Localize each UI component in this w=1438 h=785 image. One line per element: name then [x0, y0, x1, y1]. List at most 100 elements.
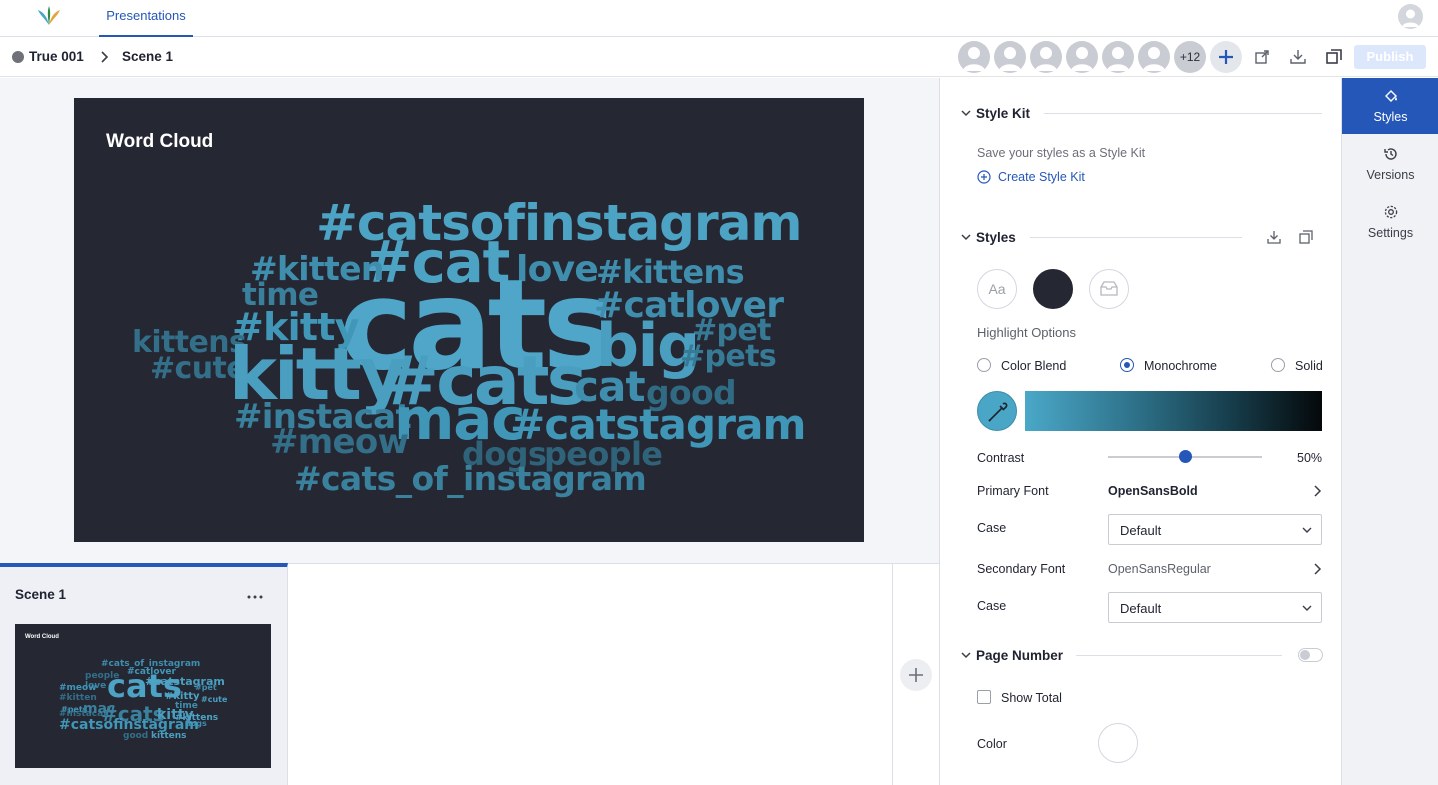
contrast-slider-handle[interactable]	[1179, 450, 1192, 463]
radio-label-color-blend: Color Blend	[1001, 359, 1067, 373]
word-cloud-word: #kittens	[596, 253, 745, 291]
rail-item-settings[interactable]: Settings	[1342, 194, 1438, 250]
collaborator-avatar[interactable]	[1138, 41, 1170, 73]
contrast-label: Contrast	[977, 451, 1025, 465]
rail-label: Styles	[1373, 110, 1408, 124]
chevron-down-icon[interactable]	[960, 232, 972, 242]
case-select[interactable]: Default	[1108, 514, 1322, 545]
gear-icon	[1384, 205, 1398, 219]
plus-icon	[909, 668, 923, 682]
eyedropper-button[interactable]	[977, 391, 1017, 431]
page-number-toggle[interactable]	[1298, 648, 1323, 662]
rail-label: Versions	[1366, 168, 1415, 182]
radio-monochrome[interactable]	[1120, 358, 1134, 372]
background-style-button[interactable]	[1033, 269, 1073, 309]
plus-circle-icon[interactable]	[977, 170, 991, 184]
thumbnail-word: kittens	[151, 731, 187, 741]
collaborator-avatar[interactable]	[1066, 41, 1098, 73]
chevron-right-icon[interactable]	[1312, 562, 1322, 576]
download-icon[interactable]	[1266, 229, 1282, 245]
section-heading-styles[interactable]: Styles	[976, 230, 1016, 245]
case-select-secondary[interactable]: Default	[1108, 592, 1322, 623]
word-cloud-word: #pets	[680, 339, 777, 374]
right-rail: Styles Versions Settings	[1341, 78, 1438, 785]
plus-icon	[1219, 50, 1233, 64]
primary-font-label: Primary Font	[977, 484, 1049, 498]
color-label: Color	[977, 737, 1007, 751]
thumbnail-title: Word Cloud	[25, 634, 59, 640]
eyedropper-icon	[988, 402, 1008, 422]
case-select-value: Default	[1120, 601, 1162, 616]
rail-item-versions[interactable]: Versions	[1342, 136, 1438, 192]
text-style-label: Aa	[988, 281, 1006, 297]
paint-bucket-icon	[1385, 90, 1397, 102]
create-style-kit-link[interactable]: Create Style Kit	[998, 170, 1085, 184]
app-logo-icon[interactable]	[36, 5, 62, 27]
thumbnail-word: mac	[83, 701, 116, 717]
divider	[892, 563, 893, 785]
highlight-style-button[interactable]	[1089, 269, 1129, 309]
divider	[1044, 113, 1322, 114]
collaborator-avatar[interactable]	[994, 41, 1026, 73]
download-icon[interactable]	[1289, 48, 1307, 66]
radio-label-monochrome: Monochrome	[1144, 359, 1217, 373]
thumbnail-word: #catsofinstagram	[59, 717, 199, 733]
rail-label: Settings	[1367, 226, 1414, 240]
thumbnail-word: #cute	[201, 695, 228, 704]
collaborator-avatar[interactable]	[1102, 41, 1134, 73]
more-collaborators-badge[interactable]: +12	[1174, 41, 1206, 73]
slide-canvas[interactable]: Word Cloud #catsofinstagram #cat #kitten lo…	[74, 98, 864, 542]
thumbnail-word: good	[123, 731, 149, 741]
collaborator-avatar[interactable]	[1030, 41, 1062, 73]
section-heading-page-number[interactable]: Page Number	[976, 648, 1063, 663]
secondary-font-label: Secondary Font	[977, 562, 1066, 576]
add-scene-button[interactable]	[900, 659, 932, 691]
scene-thumbnail[interactable]: Word Cloud #cats_of_instagram #catlover pe…	[15, 624, 271, 768]
section-heading-style-kit[interactable]: Style Kit	[976, 106, 1030, 121]
more-options-icon[interactable]	[244, 591, 266, 603]
word-cloud-word: #cats_of_instagram	[294, 459, 647, 498]
breadcrumb-scene[interactable]: Scene 1	[122, 49, 173, 64]
duplicate-icon[interactable]	[1325, 48, 1343, 66]
show-total-label: Show Total	[1001, 691, 1062, 705]
rail-item-styles[interactable]: Styles	[1342, 78, 1438, 134]
user-avatar[interactable]	[1398, 4, 1423, 29]
duplicate-icon[interactable]	[1298, 229, 1314, 245]
chevron-down-icon[interactable]	[960, 108, 972, 118]
case-label: Case	[977, 521, 1007, 535]
editor-toolbar: True 001 Scene 1 +12 Publish	[0, 37, 1438, 77]
top-bar: Presentations	[0, 0, 1438, 37]
tab-presentations[interactable]: Presentations	[99, 0, 193, 37]
scene-card[interactable]: Scene 1 Word Cloud #cats_of_instagram #ca…	[0, 563, 288, 785]
highlight-options-heading: Highlight Options	[977, 325, 1076, 340]
radio-color-blend[interactable]	[977, 358, 991, 372]
add-collaborator-button[interactable]	[1210, 41, 1242, 73]
contrast-value: 50%	[1297, 451, 1323, 465]
breadcrumb-presentation[interactable]: True 001	[29, 49, 84, 64]
open-external-icon[interactable]	[1253, 48, 1271, 66]
thumbnail-word: #meow	[59, 683, 97, 693]
text-style-button[interactable]: Aa	[977, 269, 1017, 309]
page-number-color-swatch[interactable]	[1098, 723, 1138, 763]
inbox-icon	[1100, 281, 1118, 296]
divider	[1076, 655, 1282, 656]
secondary-font-value[interactable]: OpenSansRegular	[1108, 562, 1211, 576]
radio-label-solid: Solid	[1295, 359, 1323, 373]
chevron-down-icon	[1302, 605, 1312, 611]
style-panel: Style Kit Save your styles as a Style Ki…	[939, 78, 1341, 785]
slide-title[interactable]: Word Cloud	[106, 131, 213, 153]
case-label: Case	[977, 599, 1007, 613]
collaborator-avatar[interactable]	[958, 41, 990, 73]
monochrome-gradient-preview[interactable]	[1025, 391, 1322, 431]
publish-button[interactable]: Publish	[1354, 45, 1426, 69]
show-total-checkbox[interactable]	[977, 690, 991, 704]
chevron-down-icon	[1302, 527, 1312, 533]
style-kit-hint: Save your styles as a Style Kit	[977, 146, 1146, 160]
status-dot	[12, 51, 24, 63]
chevron-down-icon[interactable]	[960, 650, 972, 660]
radio-solid[interactable]	[1271, 358, 1285, 372]
chevron-right-icon[interactable]	[1312, 484, 1322, 498]
case-select-value: Default	[1120, 523, 1162, 538]
primary-font-value[interactable]: OpenSansBold	[1108, 484, 1198, 498]
history-icon	[1384, 148, 1397, 160]
